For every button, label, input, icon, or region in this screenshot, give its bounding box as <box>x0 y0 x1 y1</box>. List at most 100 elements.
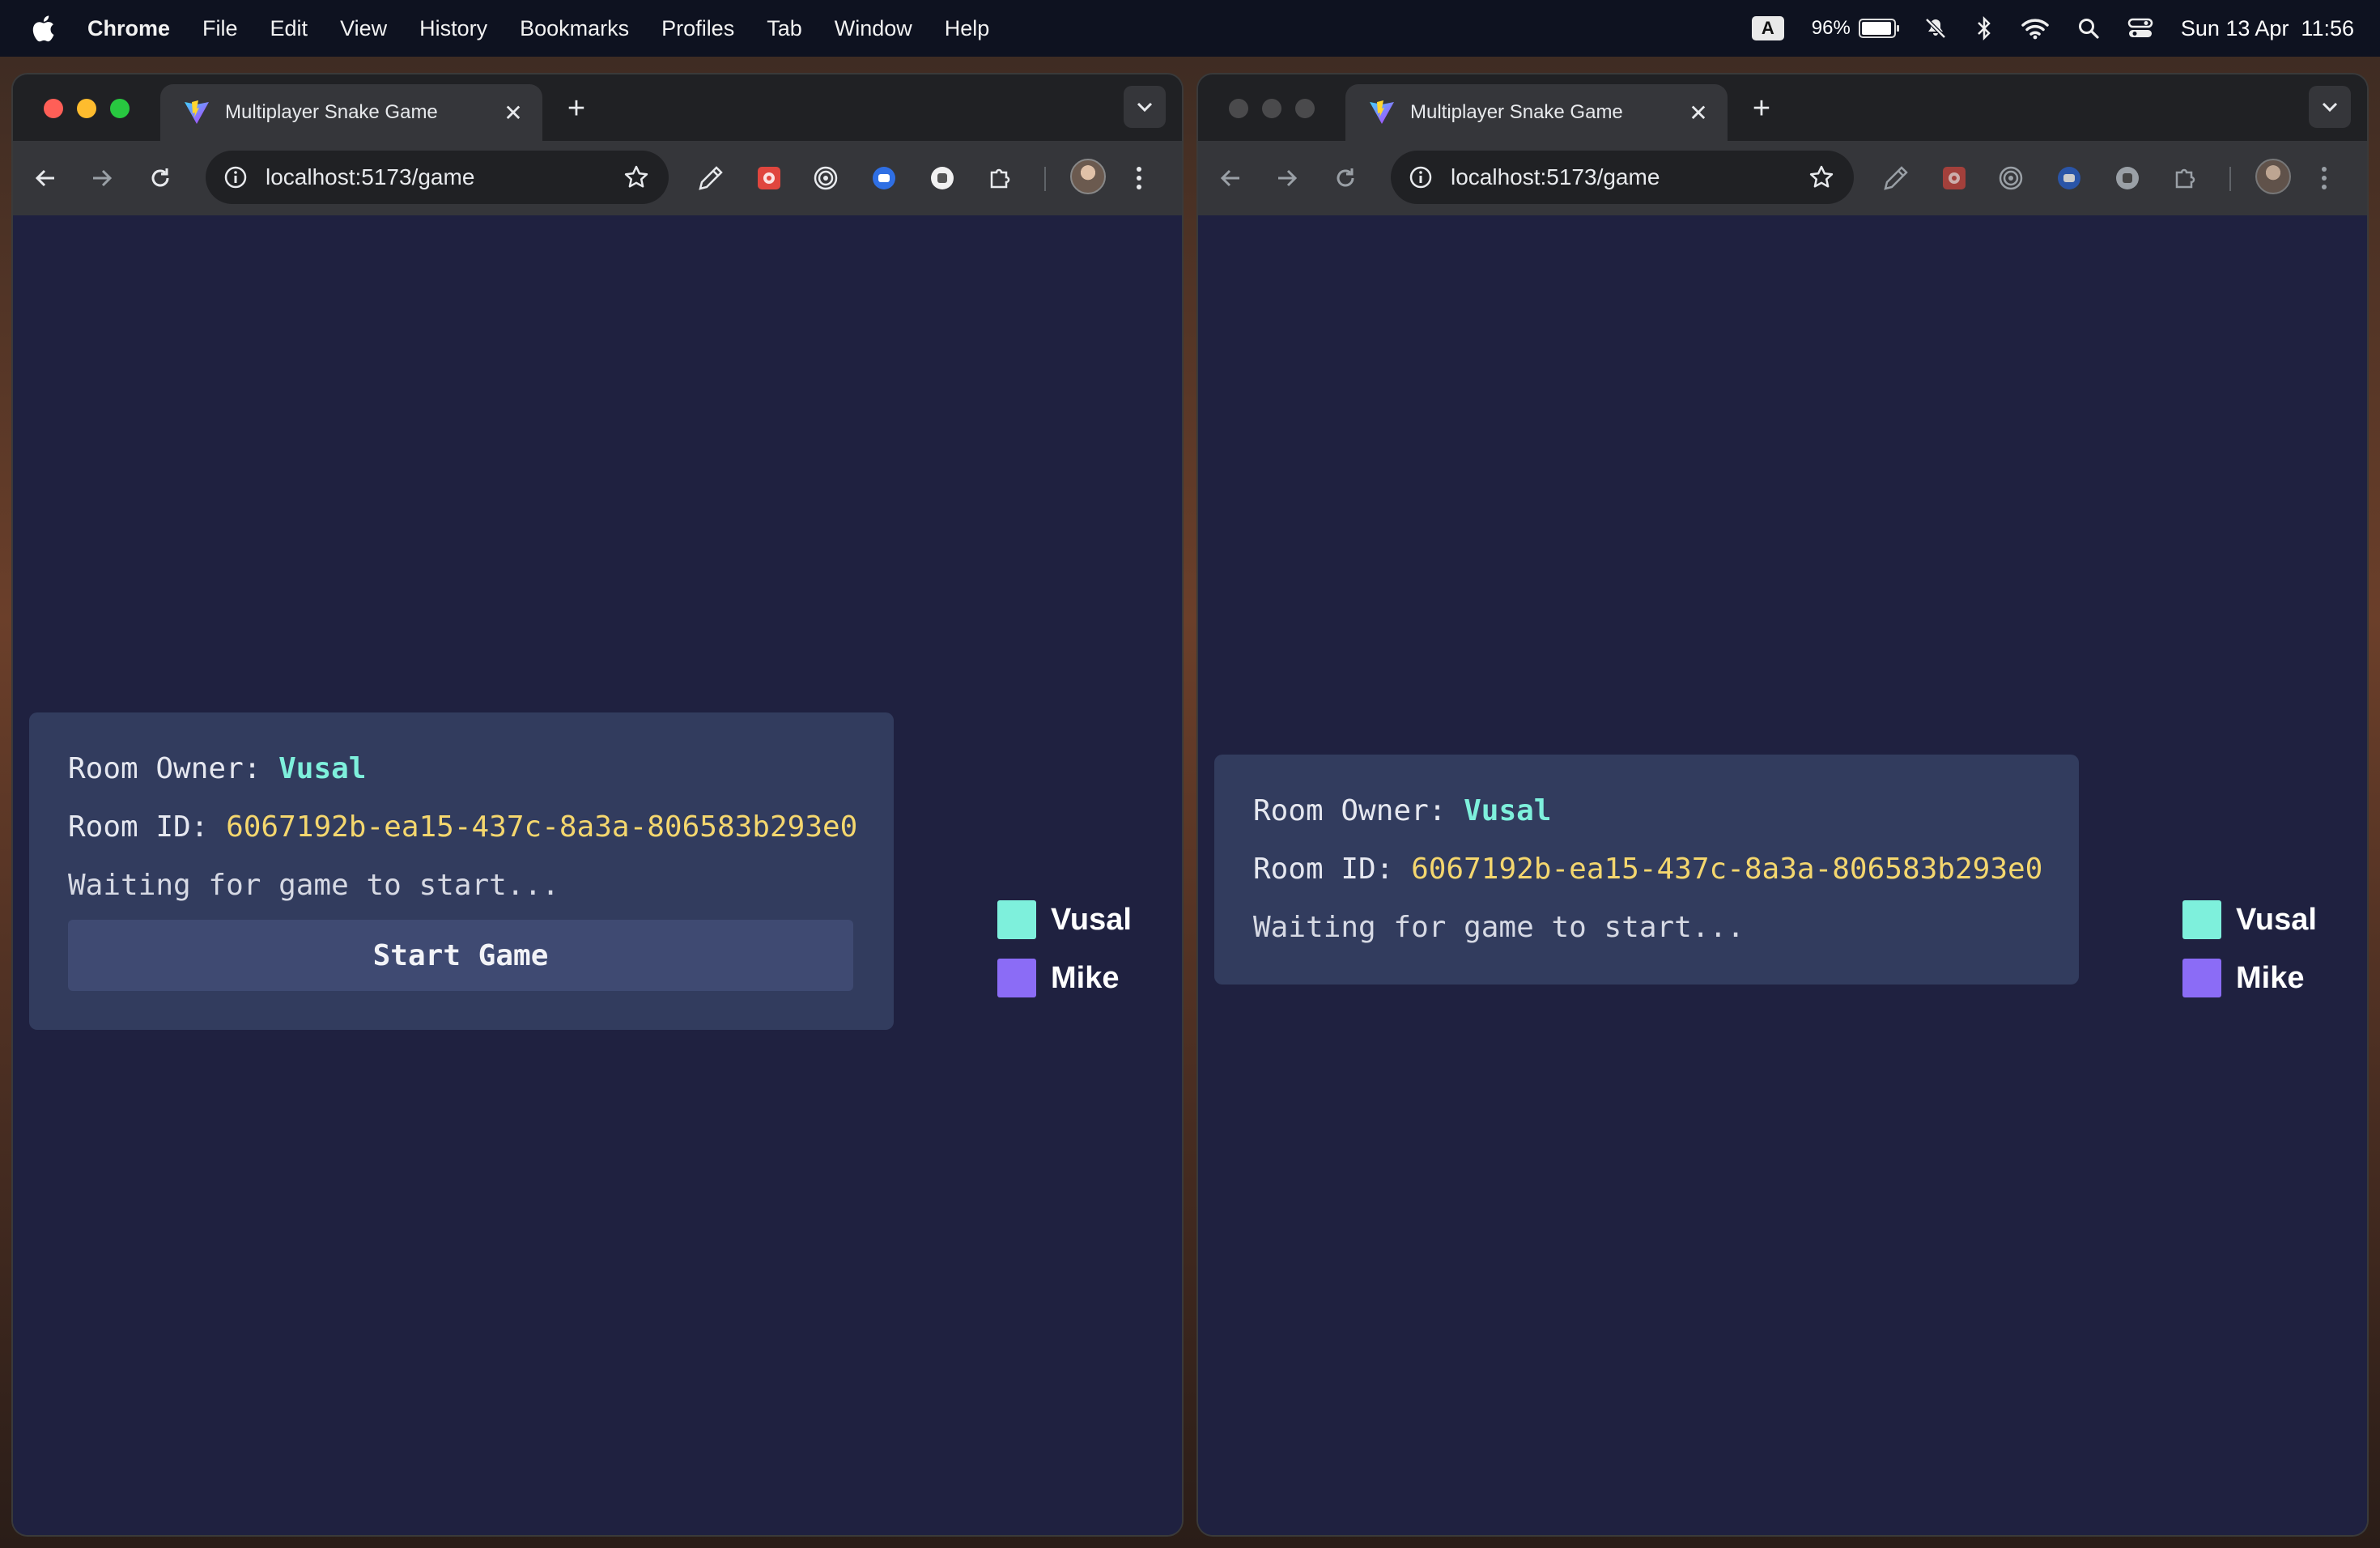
menu-edit[interactable]: Edit <box>270 16 308 41</box>
eyedropper-extension-icon[interactable] <box>1878 160 1914 196</box>
minimize-window-button[interactable] <box>1262 99 1281 118</box>
white-circle-extension-icon[interactable] <box>924 160 960 196</box>
target-extension-icon[interactable] <box>1993 160 2029 196</box>
profile-avatar[interactable] <box>2255 159 2291 194</box>
room-owner-name: Vusal <box>1464 794 1552 827</box>
browser-tab[interactable]: Multiplayer Snake Game ✕ <box>1345 84 1728 141</box>
player-color-swatch <box>997 959 1036 997</box>
extensions-puzzle-icon[interactable] <box>2168 160 2204 196</box>
menu-file[interactable]: File <box>202 16 238 41</box>
menubar-clock[interactable]: Sun 13 Apr 11:56 <box>2181 16 2354 41</box>
menu-window[interactable]: Window <box>835 16 912 41</box>
close-window-button[interactable] <box>1229 99 1248 118</box>
chevron-down-icon <box>1137 102 1153 113</box>
extensions-puzzle-icon[interactable] <box>983 160 1018 196</box>
menu-help[interactable]: Help <box>945 16 990 41</box>
site-info-icon[interactable] <box>1409 165 1433 189</box>
bookmark-star-icon[interactable] <box>623 164 649 190</box>
url-text[interactable]: localhost:5173/game <box>1451 164 1808 190</box>
menu-profiles[interactable]: Profiles <box>661 16 734 41</box>
browser-toolbar: localhost:5173/game <box>1198 141 2367 215</box>
battery-icon <box>1858 19 1899 38</box>
red-extension-icon[interactable] <box>1936 160 1972 196</box>
control-center-icon[interactable] <box>2127 17 2153 40</box>
menu-tab[interactable]: Tab <box>767 16 802 41</box>
tab-close-icon[interactable]: ✕ <box>504 100 523 126</box>
back-arrow-icon <box>35 169 54 187</box>
room-id-line: Room ID: 6067192b-ea15-437c-8a3a-806583b… <box>68 810 857 845</box>
window-controls <box>1229 99 1315 118</box>
window-controls <box>44 99 130 118</box>
blue-extension-icon[interactable] <box>2051 160 2087 196</box>
room-info-panel: Room Owner: Vusal Room ID: 6067192b-ea15… <box>1214 755 2079 985</box>
battery-status[interactable]: 96% <box>1811 17 1899 40</box>
new-tab-button[interactable]: + <box>1745 92 1778 125</box>
player-entry: Mike <box>997 959 1132 997</box>
site-info-icon[interactable] <box>223 165 248 189</box>
forward-button[interactable] <box>1269 160 1305 196</box>
player-legend: Vusal Mike <box>997 900 1132 1017</box>
browser-window-right: Multiplayer Snake Game ✕ + localhost:517… <box>1198 74 2367 1535</box>
eyedropper-extension-icon[interactable] <box>693 160 729 196</box>
back-button[interactable] <box>28 160 63 196</box>
reload-button[interactable] <box>1328 160 1363 196</box>
battery-fill <box>1861 22 1891 35</box>
zoom-window-button[interactable] <box>110 99 130 118</box>
tab-strip: Multiplayer Snake Game ✕ + <box>1198 74 2367 141</box>
game-status-text: Waiting for game to start... <box>68 869 559 902</box>
room-owner-line: Room Owner: Vusal <box>1253 793 2038 829</box>
player-name: Mike <box>2236 960 2305 995</box>
address-bar[interactable]: localhost:5173/game <box>1391 151 1854 204</box>
minimize-window-button[interactable] <box>77 99 96 118</box>
back-button[interactable] <box>1213 160 1248 196</box>
bookmark-star-icon[interactable] <box>1808 164 1834 190</box>
tab-search-button[interactable] <box>2309 86 2351 128</box>
target-extension-icon[interactable] <box>808 160 844 196</box>
tab-title: Multiplayer Snake Game <box>225 101 438 123</box>
macos-menu-bar: Chrome File Edit View History Bookmarks … <box>0 0 2380 57</box>
address-bar[interactable]: localhost:5173/game <box>206 151 669 204</box>
player-entry: Mike <box>2182 959 2317 997</box>
spotlight-search-icon[interactable] <box>2077 17 2100 40</box>
player-color-swatch <box>2182 959 2221 997</box>
room-owner-label: Room Owner: <box>68 752 261 785</box>
menu-history[interactable]: History <box>419 16 487 41</box>
reload-icon <box>151 168 169 187</box>
menu-view[interactable]: View <box>340 16 387 41</box>
player-color-swatch <box>2182 900 2221 939</box>
player-entry: Vusal <box>997 900 1132 939</box>
forward-button[interactable] <box>84 160 120 196</box>
blue-extension-icon[interactable] <box>866 160 902 196</box>
menu-app-name[interactable]: Chrome <box>87 16 170 41</box>
url-text[interactable]: localhost:5173/game <box>266 164 623 190</box>
toolbar-separator <box>1044 167 1046 191</box>
menu-bookmarks[interactable]: Bookmarks <box>520 16 629 41</box>
tab-close-icon[interactable]: ✕ <box>1689 100 1708 126</box>
player-color-swatch <box>997 900 1036 939</box>
reload-button[interactable] <box>142 160 178 196</box>
chrome-menu-icon[interactable] <box>1127 160 1151 196</box>
white-circle-extension-icon[interactable] <box>2110 160 2145 196</box>
close-window-button[interactable] <box>44 99 63 118</box>
input-source-indicator[interactable]: A <box>1751 16 1784 40</box>
red-extension-icon[interactable] <box>751 160 787 196</box>
battery-percent: 96% <box>1811 17 1851 39</box>
back-arrow-icon <box>1220 169 1239 187</box>
new-tab-button[interactable]: + <box>560 92 593 125</box>
chevron-down-icon <box>2322 102 2338 113</box>
player-name: Vusal <box>2236 902 2317 937</box>
forward-arrow-icon <box>1278 169 1298 187</box>
start-game-button[interactable]: Start Game <box>68 920 853 991</box>
zoom-window-button[interactable] <box>1295 99 1315 118</box>
room-info-panel: Room Owner: Vusal Room ID: 6067192b-ea15… <box>29 712 894 1030</box>
tab-search-button[interactable] <box>1124 86 1166 128</box>
vite-favicon-icon <box>1370 100 1394 124</box>
wifi-icon[interactable] <box>2021 17 2050 40</box>
chrome-menu-icon[interactable] <box>2312 160 2336 196</box>
apple-menu-icon[interactable] <box>29 12 57 45</box>
profile-avatar[interactable] <box>1070 159 1106 194</box>
room-owner-line: Room Owner: Vusal <box>68 751 853 787</box>
bluetooth-icon[interactable] <box>1975 15 1993 41</box>
browser-tab[interactable]: Multiplayer Snake Game ✕ <box>160 84 542 141</box>
mute-icon[interactable] <box>1923 16 1948 40</box>
